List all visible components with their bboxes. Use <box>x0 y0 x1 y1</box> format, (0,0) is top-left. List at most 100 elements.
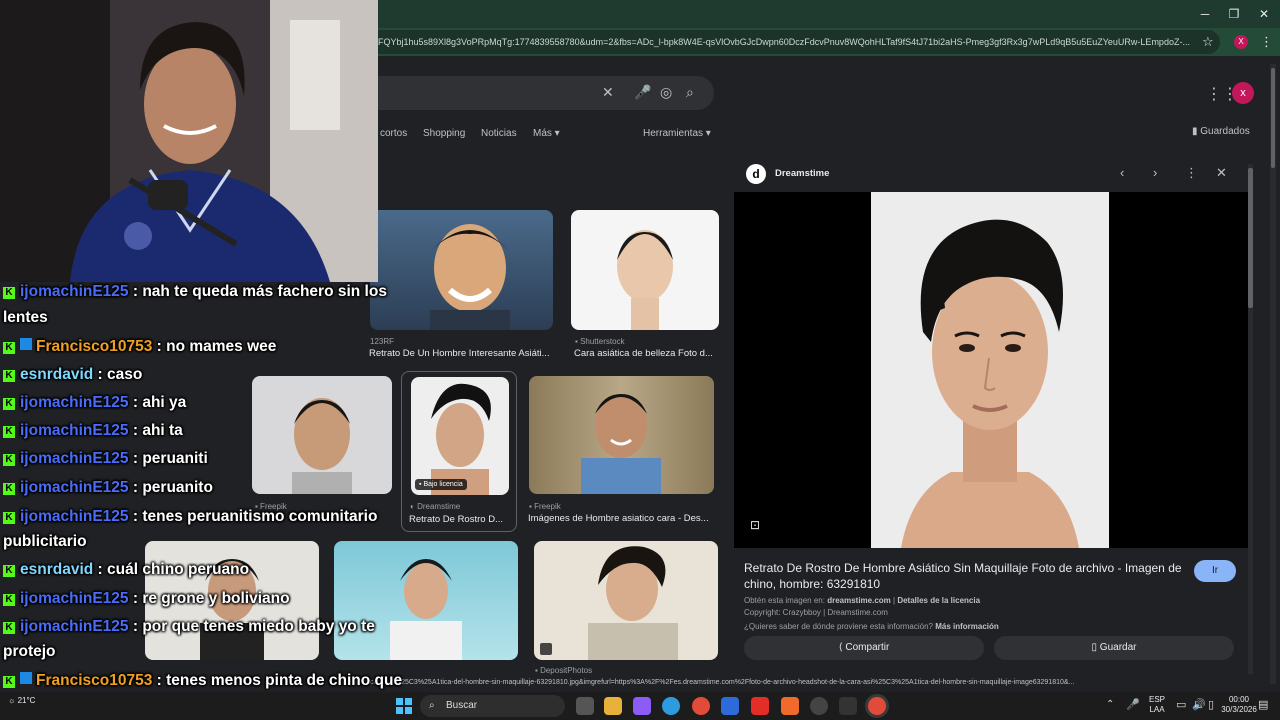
chat-message: KijomachinE125 : tenes peruanitismo comu… <box>3 508 377 526</box>
kick-badge-icon: K <box>3 676 15 688</box>
search-box[interactable]: ✕ 🎤 ◎ ⌕ <box>370 76 714 110</box>
panel-source-question: ¿Quieres saber de dónde proviene esta in… <box>744 622 999 631</box>
woman-portrait-thumb <box>617 230 673 330</box>
chat-username: ijomachinE125 <box>20 479 129 496</box>
chrome-active-icon[interactable] <box>868 697 886 715</box>
network-icon[interactable]: ▭ <box>1176 698 1186 711</box>
chat-message: KijomachinE125 : nah te queda más facher… <box>3 283 387 301</box>
result-caption[interactable]: Retrato De Un Hombre Interesante Asiáti.… <box>369 348 554 359</box>
share-button[interactable]: ⟨ Compartir <box>744 636 984 660</box>
panel-scrollbar[interactable] <box>1248 164 1253 674</box>
chat-message: KijomachinE125 : peruaniti <box>3 450 208 468</box>
page-scrollbar[interactable] <box>1270 64 1276 684</box>
chat-text: : peruaniti <box>128 450 208 467</box>
bookmark-star-icon[interactable]: ☆ <box>1202 34 1214 50</box>
result-caption[interactable]: Imágenes de Hombre asiatico cara - Des..… <box>528 513 716 524</box>
chrome-icon[interactable] <box>692 697 710 715</box>
clock-time: 00:00 <box>1228 695 1250 704</box>
result-caption[interactable]: Cara asiática de belleza Foto d... <box>574 348 719 359</box>
visit-button[interactable]: Ir <box>1194 560 1236 582</box>
store-icon[interactable] <box>721 697 739 715</box>
chat-username: ijomachinE125 <box>20 422 129 439</box>
close-window-icon[interactable]: ✕ <box>1249 4 1279 24</box>
man-portrait-thumb <box>430 224 510 330</box>
result-image[interactable] <box>571 210 719 330</box>
result-image[interactable] <box>529 376 714 494</box>
maximize-icon[interactable]: ❐ <box>1219 4 1249 24</box>
license-badge-label: Bajo licencia <box>423 481 463 488</box>
kick-badge-icon: K <box>3 342 15 354</box>
panel-scrollbar-thumb[interactable] <box>1248 168 1253 308</box>
result-image[interactable] <box>370 210 553 330</box>
account-avatar[interactable]: x <box>1232 82 1254 104</box>
result-image[interactable] <box>334 541 518 660</box>
result-source: ◐ Dreamstime <box>410 502 461 511</box>
profile-avatar[interactable]: X <box>1234 35 1248 49</box>
weather-temp: 21°C <box>17 696 36 705</box>
panel-image-title[interactable]: Retrato De Rostro De Hombre Asiático Sin… <box>744 560 1184 592</box>
minimize-icon[interactable]: ─ <box>1190 4 1220 24</box>
obs-icon[interactable] <box>839 697 857 715</box>
lens-search-icon[interactable]: ⊡ <box>750 518 760 532</box>
clock-date: 30/3/2026 <box>1221 705 1257 714</box>
more-info-link[interactable]: Más información <box>935 622 999 631</box>
copilot-icon[interactable] <box>633 697 651 715</box>
task-view-icon[interactable] <box>576 697 594 715</box>
language-code: ESP <box>1148 695 1165 704</box>
taskbar-search[interactable]: ⌕ Buscar <box>420 695 565 717</box>
lens-icon[interactable]: ◎ <box>660 84 672 101</box>
voice-search-icon[interactable]: 🎤 <box>634 84 651 101</box>
kick-badge-icon: K <box>3 287 15 299</box>
license-details-link[interactable]: Detalles de la licencia <box>897 596 980 605</box>
brave-icon[interactable] <box>781 697 799 715</box>
close-panel-icon[interactable]: ✕ <box>1216 165 1227 181</box>
tools-button[interactable]: Herramientas ▾ <box>643 128 711 139</box>
url-field[interactable]: FQYbj1hu5s89Xl8g3VoPRpMqTg:1774839558780… <box>360 30 1220 54</box>
result-image[interactable] <box>534 541 718 660</box>
chat-username: ijomachinE125 <box>20 508 129 525</box>
next-image-icon[interactable]: › <box>1153 165 1157 180</box>
clear-search-icon[interactable]: ✕ <box>602 84 614 101</box>
chat-message: KijomachinE125 : re grone y boliviano <box>3 590 290 608</box>
man-portrait-thumb <box>431 383 491 495</box>
browser-menu-icon[interactable]: ⋮ <box>1260 34 1273 50</box>
clock[interactable]: 00:00 30/3/2026 <box>1214 695 1264 715</box>
microphone-tray-icon[interactable]: 🎤 <box>1126 698 1140 711</box>
more-options-icon[interactable]: ⋮ <box>1185 165 1198 181</box>
youtube-icon[interactable] <box>751 697 769 715</box>
chat-text: : por que tenes miedo baby yo te <box>128 618 375 635</box>
tab-news[interactable]: Noticias <box>481 128 517 139</box>
panel-image-area[interactable]: ⊡ <box>734 192 1248 548</box>
weather-widget[interactable]: ☼ 21°C <box>8 696 35 705</box>
selected-result[interactable]: ▪ Bajo licencia ◐ Dreamstime Retrato De … <box>401 371 517 532</box>
chat-username: ijomachinE125 <box>20 618 129 635</box>
file-explorer-icon[interactable] <box>604 697 622 715</box>
tab-shorts[interactable]: cortos <box>380 128 407 139</box>
subscriber-badge-icon <box>20 338 32 350</box>
chat-username: ijomachinE125 <box>20 283 129 300</box>
result-image: ▪ Bajo licencia <box>411 377 509 495</box>
obtain-site[interactable]: dreamstime.com <box>827 596 891 605</box>
save-button[interactable]: ▯ Guardar <box>994 636 1234 660</box>
language-indicator[interactable]: ESP LAA <box>1144 695 1170 715</box>
notification-icon[interactable]: ▤ <box>1258 698 1268 711</box>
search-icon[interactable]: ⌕ <box>686 84 694 101</box>
prev-image-icon[interactable]: ‹ <box>1120 165 1124 180</box>
page-scrollbar-thumb[interactable] <box>1271 68 1275 168</box>
man-portrait-thumb <box>390 559 462 660</box>
saved-label: Guardados <box>1200 126 1250 137</box>
chat-username: esnrdavid <box>20 561 94 578</box>
app-icon[interactable] <box>810 697 828 715</box>
chat-message: Kesnrdavid : caso <box>3 366 142 384</box>
result-image[interactable] <box>252 376 392 494</box>
chat-username: ijomachinE125 <box>20 450 129 467</box>
streamer-webcam-video <box>0 0 378 282</box>
windows-start-icon[interactable] <box>396 698 412 714</box>
tab-more[interactable]: Más ▾ <box>533 128 560 139</box>
edge-icon[interactable] <box>662 697 680 715</box>
tray-overflow-icon[interactable]: ⌃ <box>1106 699 1114 710</box>
saved-button[interactable]: ▮ Guardados <box>1192 126 1250 137</box>
tab-shopping[interactable]: Shopping <box>423 128 465 139</box>
panel-site-name[interactable]: Dreamstime <box>775 168 829 179</box>
volume-icon[interactable]: 🔊 <box>1192 698 1206 711</box>
